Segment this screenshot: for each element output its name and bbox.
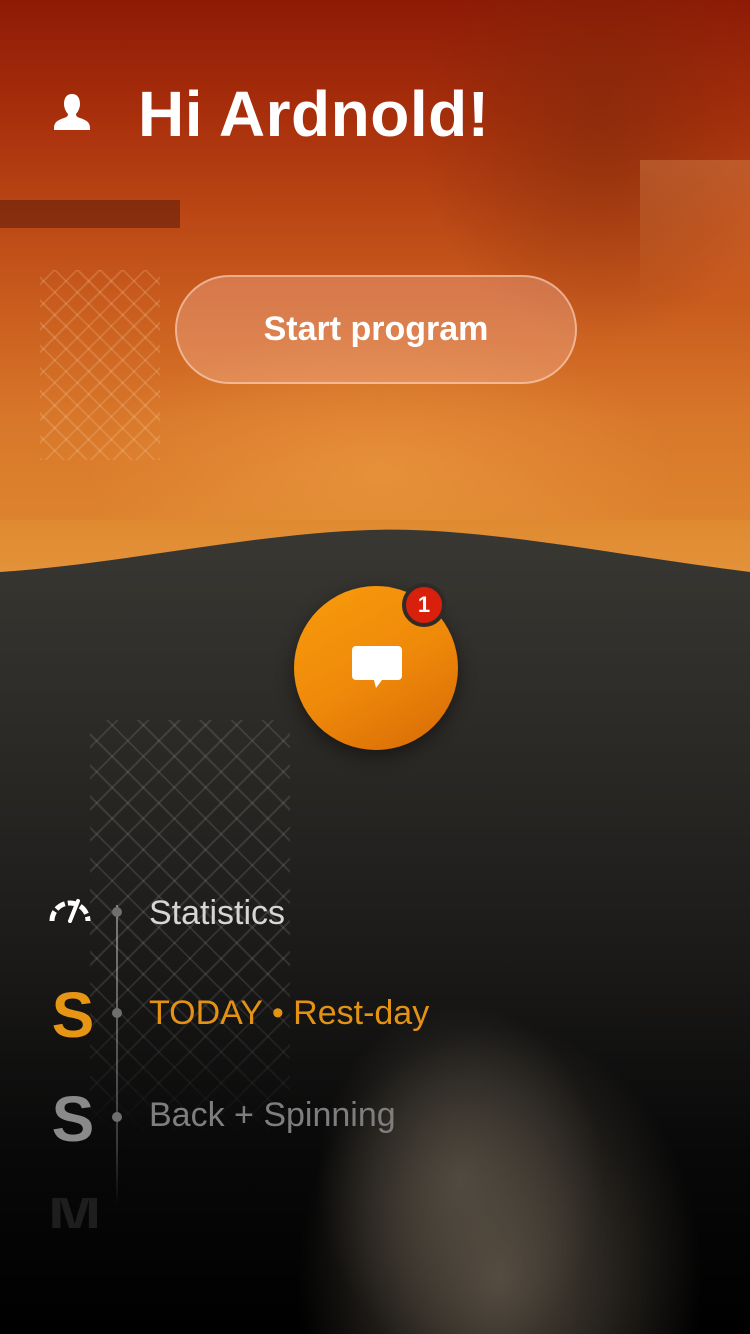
start-program-button[interactable]: Start program bbox=[175, 275, 577, 384]
statistics-link[interactable]: Statistics bbox=[149, 894, 285, 933]
speech-bubble-icon bbox=[352, 646, 402, 688]
day-letter: S bbox=[51, 1083, 95, 1155]
speedometer-icon bbox=[49, 899, 91, 923]
day-letter-faded: M bbox=[48, 1198, 98, 1228]
notification-badge: 1 bbox=[402, 583, 446, 627]
schedule-item[interactable]: Back + Spinning bbox=[149, 1096, 396, 1135]
timeline-dot bbox=[112, 907, 122, 917]
greeting-title: Hi Ardnold! bbox=[138, 78, 490, 150]
timeline-line bbox=[116, 905, 118, 1205]
wave-divider bbox=[0, 520, 750, 572]
timeline-dot bbox=[112, 1008, 122, 1018]
timeline-dot bbox=[112, 1112, 122, 1122]
hero-photo-highlight bbox=[640, 160, 750, 300]
day-letter-today: S bbox=[51, 979, 95, 1051]
today-item[interactable]: TODAY • Rest-day bbox=[149, 994, 429, 1033]
user-silhouette-icon[interactable] bbox=[52, 92, 92, 132]
